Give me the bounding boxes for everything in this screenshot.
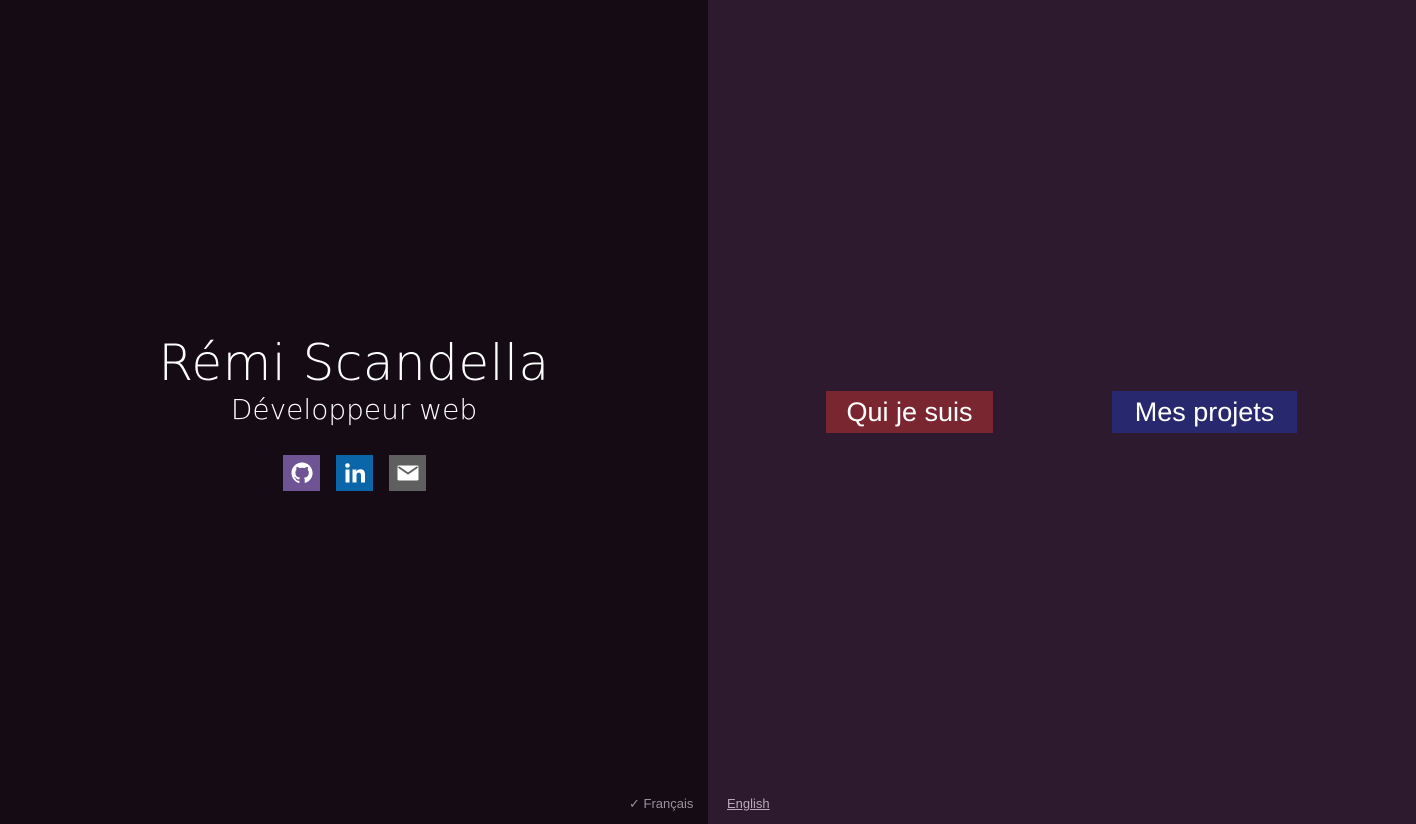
language-english-link[interactable]: English <box>727 796 770 812</box>
github-link[interactable] <box>283 455 320 491</box>
mail-icon <box>397 465 418 481</box>
projects-button[interactable]: Mes projets <box>1112 391 1297 433</box>
language-current: ✓ Français <box>629 796 694 811</box>
about-button[interactable]: Qui je suis <box>826 391 993 433</box>
linkedin-icon <box>344 463 365 483</box>
right-panel: Qui je suis Mes projets <box>708 0 1416 824</box>
identity-block: Rémi Scandella Développeur web <box>0 334 708 426</box>
page: Rémi Scandella Développeur web ✓ Françai… <box>0 0 1416 824</box>
mail-link[interactable] <box>389 455 426 491</box>
social-links <box>283 455 426 491</box>
profile-role: Développeur web <box>230 393 478 426</box>
github-icon <box>291 462 313 484</box>
linkedin-link[interactable] <box>336 455 373 491</box>
profile-name: Rémi Scandella <box>158 334 550 392</box>
left-panel: Rémi Scandella Développeur web ✓ Françai… <box>0 0 708 824</box>
